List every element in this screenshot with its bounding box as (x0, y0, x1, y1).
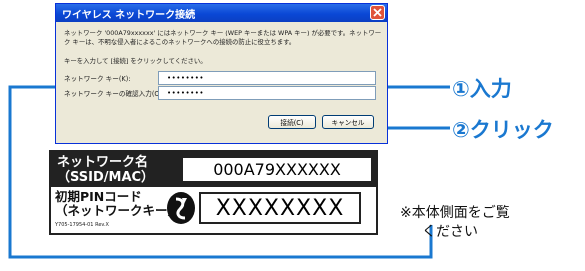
confirm-key-value: •••••••• (167, 89, 205, 97)
close-button[interactable] (370, 5, 385, 20)
ssid-value: 000A79XXXXXX (182, 157, 372, 182)
click-annotation: ②クリック (452, 118, 554, 142)
side-note: ※本体側面をご覧 ください (400, 204, 510, 242)
dialog-titlebar: ワイヤレス ネットワーク接続 (56, 4, 387, 22)
confirm-key-label: ネットワーク キーの確認入力(O): (64, 90, 165, 98)
side-note-line2: ください (422, 224, 478, 240)
revision-text: Y705-17954-01 Rev.X (55, 222, 109, 228)
ssid-label: ネットワーク名 （SSID/MAC） (57, 155, 177, 185)
ssid-row: ネットワーク名 （SSID/MAC） 000A79XXXXXX (51, 152, 376, 187)
pin-label: 初期PINコード （ネットワークキー） (55, 190, 180, 218)
network-key-label: ネットワーク キー(K): (64, 75, 131, 83)
confirm-key-input[interactable]: •••••••• (158, 86, 376, 100)
input-annotation: ①入力 (452, 77, 512, 101)
dialog-instruction: キーを入力して [接続] をクリックしてください。 (64, 57, 207, 65)
pin-label-line2: （ネットワークキー） (55, 203, 181, 218)
ssid-label-line2: （SSID/MAC） (57, 170, 155, 185)
close-icon (373, 8, 382, 17)
pin-value: XXXXXXXX (199, 192, 361, 224)
dialog-title: ワイヤレス ネットワーク接続 (62, 10, 196, 21)
side-note-line1: ※本体側面をご覧 (400, 205, 510, 221)
ssid-label-line1: ネットワーク名 (57, 155, 149, 170)
dialog-message: ネットワーク '000A79xxxxxx' にはネットワーク キー (WEP キ… (64, 29, 382, 46)
device-label-card: ネットワーク名 （SSID/MAC） 000A79XXXXXX 初期PINコード… (49, 150, 378, 235)
connect-button[interactable]: 接続(C) (268, 115, 316, 129)
wireless-network-dialog: ワイヤレス ネットワーク接続 ネットワーク '000A79xxxxxx' にはネ… (55, 3, 388, 144)
pin-logo-icon (167, 192, 195, 224)
network-key-input[interactable]: •••••••• (158, 71, 376, 85)
network-key-value: •••••••• (167, 74, 205, 82)
pin-label-line1: 初期PINコード (55, 189, 142, 204)
cancel-button[interactable]: キャンセル (322, 115, 374, 129)
